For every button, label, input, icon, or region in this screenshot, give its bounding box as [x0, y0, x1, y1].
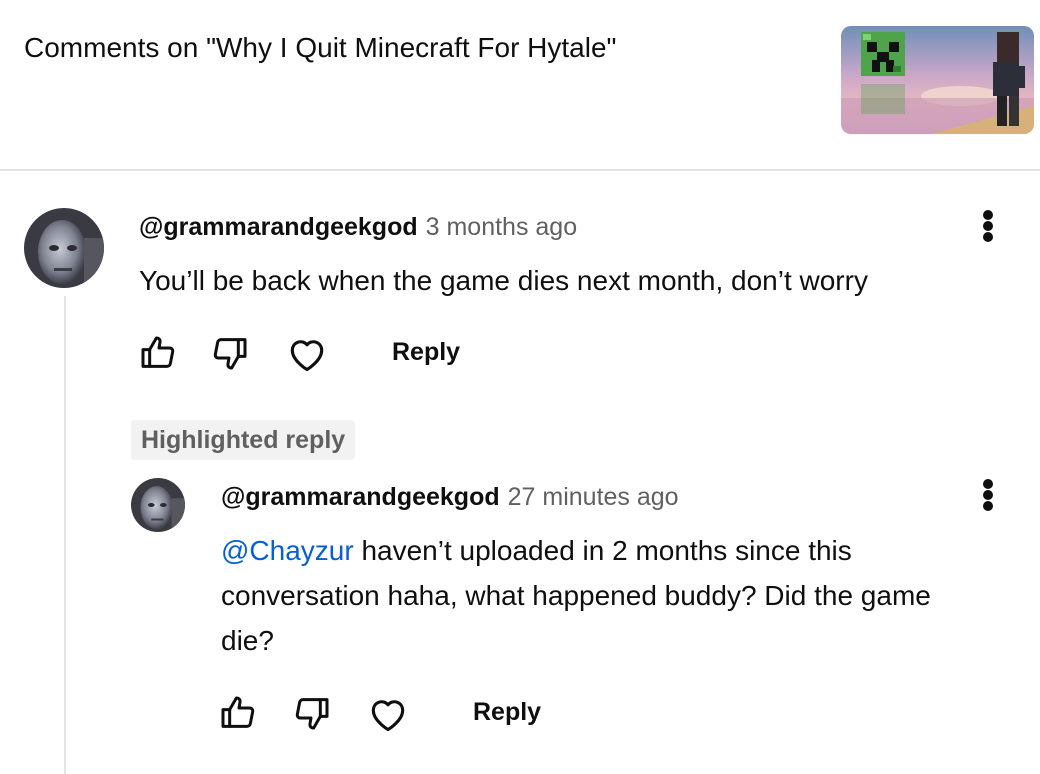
thumbs-down-icon[interactable] [210, 333, 250, 373]
reply-author[interactable]: @grammarandgeekgod 27 minutes ago [221, 483, 679, 512]
mention-link[interactable]: @Chayzur [221, 535, 354, 566]
reply-author-name[interactable]: @grammarandgeekgod [221, 483, 500, 511]
reply-button[interactable]: Reply [392, 338, 460, 367]
comment-time[interactable]: 3 months ago [426, 213, 578, 241]
comment-text: You’ll be back when the game dies next m… [139, 265, 868, 296]
reply-thumbs-down-icon[interactable] [292, 693, 332, 733]
thread-line [64, 296, 66, 774]
comments-header: Comments on "Why I Quit Minecraft For Hy… [0, 0, 1040, 171]
reply-time[interactable]: 27 minutes ago [508, 483, 679, 511]
reply-more-vert-icon[interactable] [974, 473, 1002, 517]
page-title: Comments on "Why I Quit Minecraft For Hy… [24, 32, 617, 63]
reply-text-line3: die? [221, 625, 274, 656]
heart-icon[interactable] [285, 332, 329, 376]
reply-heart-icon[interactable] [366, 692, 410, 736]
comment-author[interactable]: @grammarandgeekgod 3 months ago [139, 213, 577, 242]
reply-avatar[interactable] [131, 478, 185, 532]
highlighted-reply-badge: Highlighted reply [131, 420, 356, 460]
reply-thumbs-up-icon[interactable] [218, 693, 258, 733]
reply-reply-button[interactable]: Reply [473, 698, 541, 727]
reply-text-line1: haven’t uploaded in 2 months since this [353, 535, 852, 566]
video-thumbnail[interactable] [841, 26, 1034, 134]
reply-text-line2: conversation haha, what happened buddy? … [221, 580, 931, 611]
more-vert-icon[interactable] [974, 204, 1002, 248]
reply-text: @Chayzur haven’t uploaded in 2 months si… [221, 528, 1021, 663]
author-name[interactable]: @grammarandgeekgod [139, 213, 418, 241]
avatar[interactable] [24, 208, 104, 288]
thumbs-up-icon[interactable] [138, 333, 178, 373]
